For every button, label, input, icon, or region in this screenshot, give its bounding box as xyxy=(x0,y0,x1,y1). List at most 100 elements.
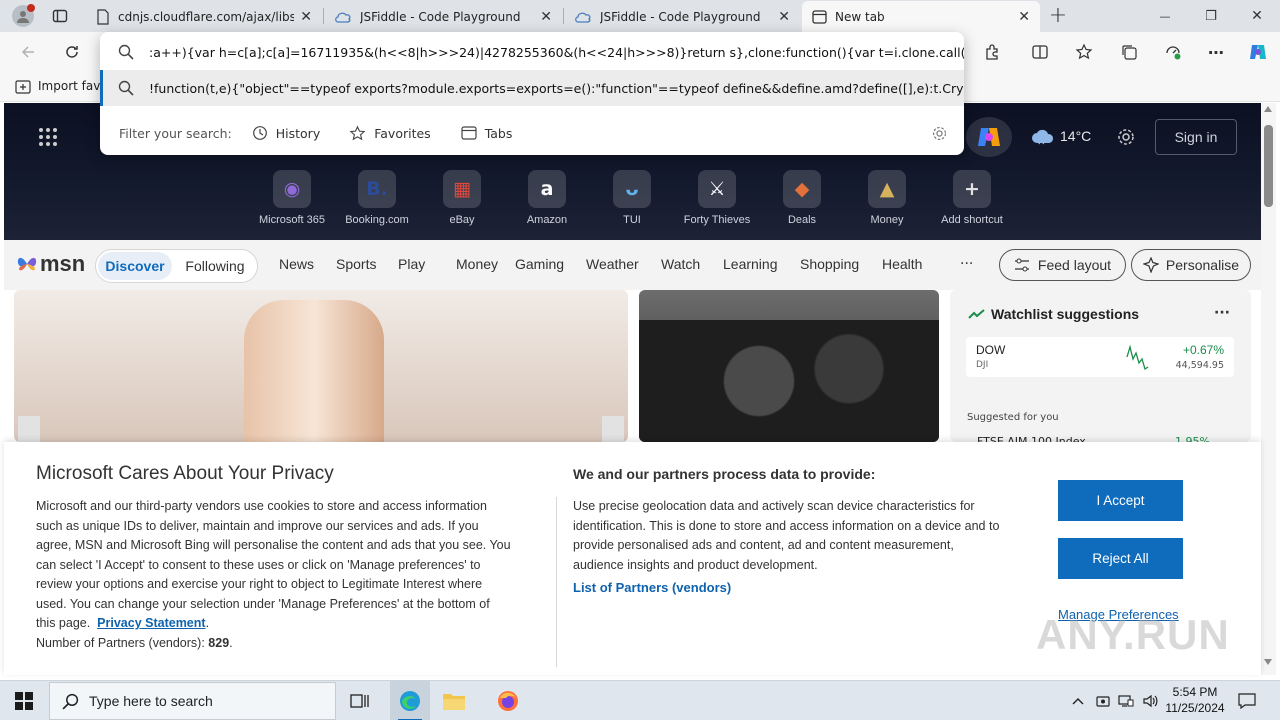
reject-all-button[interactable]: Reject All xyxy=(1058,538,1183,579)
tab-actions-icon[interactable] xyxy=(50,6,70,26)
task-view-icon[interactable] xyxy=(346,687,374,715)
stock-symbol: DJI xyxy=(976,360,989,370)
shortcut-deals[interactable]: ◆ Deals xyxy=(763,170,841,226)
extensions-icon[interactable] xyxy=(980,40,1004,64)
tab-discover[interactable]: Discover xyxy=(98,252,172,280)
personalise-button[interactable]: Personalise xyxy=(1131,249,1251,281)
shortcut-forty-thieves[interactable]: ⚔ Forty Thieves xyxy=(678,170,756,226)
refresh-icon[interactable] xyxy=(60,40,84,64)
carousel-prev-icon[interactable] xyxy=(18,416,40,442)
performance-icon[interactable] xyxy=(1161,40,1185,64)
nav-item-health[interactable]: Health xyxy=(882,256,922,272)
accept-button[interactable]: I Accept xyxy=(1058,480,1183,521)
import-favorites-link[interactable]: Import favo xyxy=(38,79,108,93)
trend-up-icon xyxy=(968,309,985,319)
nav-item-learning[interactable]: Learning xyxy=(723,256,778,272)
restore-button[interactable]: ❐ xyxy=(1191,4,1231,28)
address-bar[interactable]: :a++){var h=c[a];c[a]=16711935&(h<<8|h>>… xyxy=(100,34,964,70)
scroll-thumb[interactable] xyxy=(1264,125,1273,207)
privacy-title: Microsoft Cares About Your Privacy xyxy=(36,463,334,484)
shortcut-tui[interactable]: ᴗ TUI xyxy=(593,170,671,226)
close-window-button[interactable]: ✕ xyxy=(1237,4,1277,28)
privacy-statement-link[interactable]: Privacy Statement xyxy=(97,616,205,630)
collections-icon[interactable] xyxy=(1117,40,1141,64)
scroll-down-icon[interactable] xyxy=(1264,659,1272,665)
privacy-body-line: can select 'I Accept' to consent to thes… xyxy=(36,557,481,572)
shortcut-amazon[interactable]: a Amazon xyxy=(508,170,586,226)
taskbar-search-box[interactable]: Type here to search xyxy=(49,682,336,720)
search-icon xyxy=(118,44,134,60)
shortcut-microsoft-365[interactable]: ◉ Microsoft 365 xyxy=(253,170,331,226)
shortcut-booking-com[interactable]: B. Booking.com xyxy=(338,170,416,226)
nav-item-watch[interactable]: Watch xyxy=(661,256,700,272)
tray-security-icon[interactable] xyxy=(1094,692,1112,710)
tab-following[interactable]: Following xyxy=(176,252,254,280)
shortcut-money[interactable]: ▲ Money xyxy=(848,170,926,226)
copilot-hero-icon[interactable] xyxy=(966,117,1012,157)
tab-close-icon[interactable]: ✕ xyxy=(1018,9,1030,25)
edge-taskbar-icon[interactable] xyxy=(390,681,430,720)
file-explorer-icon[interactable] xyxy=(440,687,468,715)
scroll-up-icon[interactable] xyxy=(1264,106,1272,112)
sign-in-button[interactable]: Sign in xyxy=(1155,119,1237,155)
volume-icon[interactable] xyxy=(1141,692,1159,710)
app-launcher-icon[interactable] xyxy=(36,125,60,149)
settings-gear-icon[interactable] xyxy=(1114,125,1138,149)
vendors-link[interactable]: List of Partners (vendors) xyxy=(573,580,731,595)
feed-card-perfume[interactable] xyxy=(14,290,628,442)
nav-item-weather[interactable]: Weather xyxy=(586,256,639,272)
favorites-icon[interactable] xyxy=(1072,40,1096,64)
filter-settings-icon[interactable] xyxy=(931,125,948,145)
suggestion-item[interactable]: !function(t,e){"object"==typeof exports?… xyxy=(100,70,964,106)
privacy-body-line: used. You can change your selection unde… xyxy=(36,596,490,611)
watchlist-more-icon[interactable]: ··· xyxy=(1214,305,1230,321)
tab-jsfiddle-1[interactable]: JSFiddle - Code Playground ✕ xyxy=(324,1,562,32)
nav-item-news[interactable]: News xyxy=(279,256,314,272)
carousel-next-icon[interactable] xyxy=(602,416,624,442)
tab-close-icon[interactable]: ✕ xyxy=(300,9,312,25)
omnibox-dropdown: :a++){var h=c[a];c[a]=16711935&(h<<8|h>>… xyxy=(100,32,964,155)
stock-row-dow[interactable]: DOW DJI +0.67% 44,594.95 xyxy=(966,337,1234,377)
tab-cdnjs[interactable]: cdnjs.cloudflare.com/ajax/libs/cr ✕ xyxy=(86,1,322,32)
shortcut-label: Microsoft 365 xyxy=(258,214,326,226)
tab-close-icon[interactable]: ✕ xyxy=(540,9,552,25)
new-tab-button[interactable]: + xyxy=(1046,3,1070,28)
nav-item-sports[interactable]: Sports xyxy=(336,256,376,272)
copilot-icon[interactable] xyxy=(1245,39,1271,65)
shortcut-add-shortcut[interactable]: + Add shortcut xyxy=(933,170,1011,226)
shortcut-ebay[interactable]: ▦ eBay xyxy=(423,170,501,226)
start-button[interactable] xyxy=(0,681,48,720)
split-screen-icon[interactable] xyxy=(1028,40,1052,64)
more-menu-icon[interactable]: ⋯ xyxy=(1204,40,1228,64)
firefox-icon[interactable] xyxy=(494,687,522,715)
profile-avatar[interactable] xyxy=(12,4,35,27)
tab-jsfiddle-2[interactable]: JSFiddle - Code Playground ✕ xyxy=(564,1,800,32)
suggested-label: Suggested for you xyxy=(967,412,1059,423)
newtab-icon xyxy=(812,9,827,24)
anyrun-watermark: ANY.RUN xyxy=(1036,611,1230,658)
page-scrollbar[interactable] xyxy=(1261,103,1276,675)
stock-name: DOW xyxy=(976,343,1006,357)
tab-new-tab[interactable]: New tab ✕ xyxy=(802,1,1040,32)
network-icon[interactable] xyxy=(1117,692,1135,710)
filter-favorites[interactable]: Favorites xyxy=(349,125,431,142)
notification-icon[interactable] xyxy=(1236,691,1258,711)
nav-item-money[interactable]: Money xyxy=(456,256,498,272)
feed-layout-button[interactable]: Feed layout xyxy=(999,249,1126,281)
filter-tabs[interactable]: Tabs xyxy=(461,126,512,141)
nav-item-play[interactable]: Play xyxy=(398,256,425,272)
feed-card-photo[interactable] xyxy=(639,290,939,442)
filter-history[interactable]: History xyxy=(252,125,320,141)
msn-butterfly-icon xyxy=(17,257,37,271)
address-input[interactable]: :a++){var h=c[a];c[a]=16711935&(h<<8|h>>… xyxy=(149,45,964,60)
weather-temp[interactable]: 14°C xyxy=(1060,128,1091,144)
msn-logo[interactable]: msn xyxy=(16,251,85,277)
nav-item-gaming[interactable]: Gaming xyxy=(515,256,564,272)
tab-close-icon[interactable]: ✕ xyxy=(778,9,790,25)
nav-item-shopping[interactable]: Shopping xyxy=(800,256,859,272)
back-icon[interactable] xyxy=(16,40,40,64)
tray-overflow-icon[interactable] xyxy=(1070,693,1086,709)
minimize-button[interactable]: — xyxy=(1145,4,1185,28)
nav-more-icon[interactable]: ··· xyxy=(960,256,973,272)
clock[interactable]: 5:54 PM 11/25/2024 xyxy=(1164,684,1226,716)
